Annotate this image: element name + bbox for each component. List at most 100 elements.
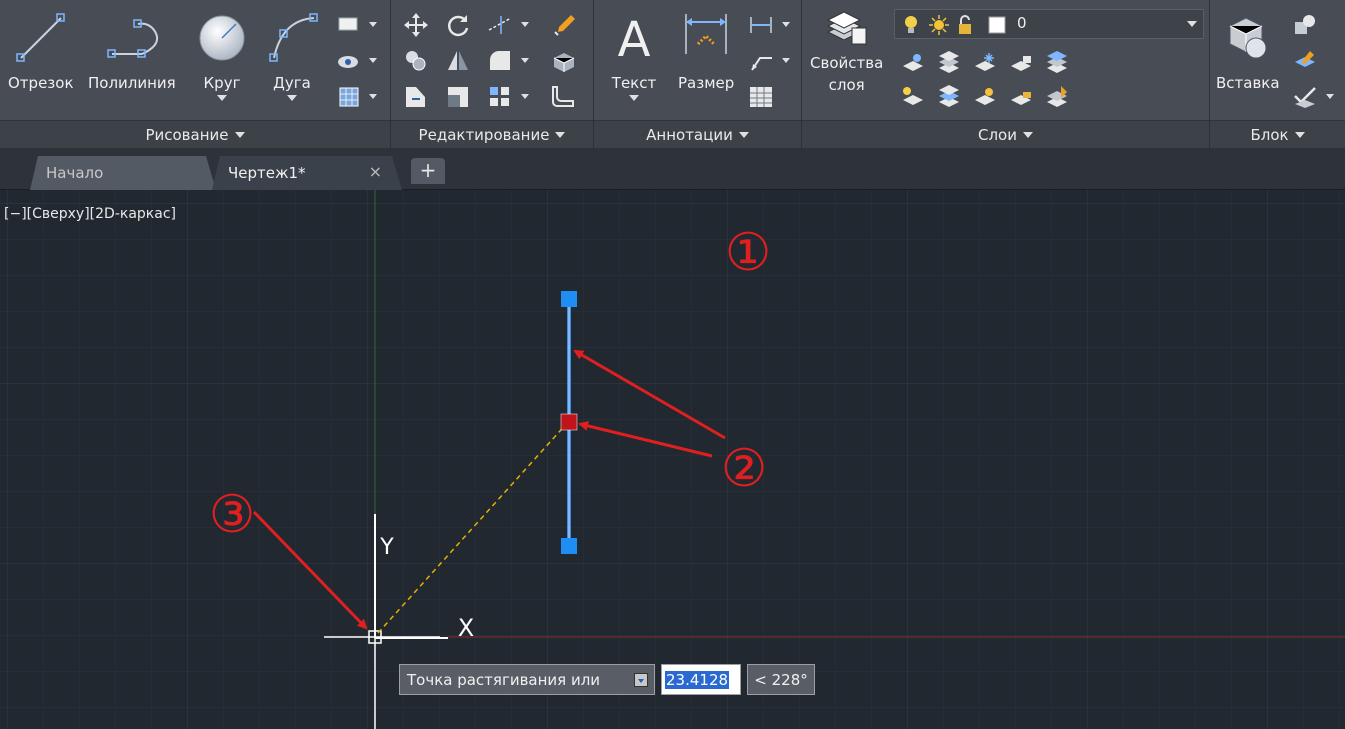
table-icon[interactable] (748, 84, 774, 110)
block-attributes-icon[interactable] (1292, 84, 1318, 110)
drawing-canvas[interactable]: Y X ① ② ③ [−][Сверху][2D-каркас] Точка р… (0, 190, 1345, 729)
current-layer-name: 0 (1017, 14, 1027, 32)
file-tab-bar: Начало Чертеж1* × (0, 148, 1345, 190)
gradient-dropdown-icon[interactable] (369, 94, 377, 99)
text-dropdown-icon[interactable] (629, 95, 639, 101)
layer-properties-label-line2: слоя (828, 76, 865, 94)
new-tab-button[interactable]: + (411, 158, 445, 184)
fillet-dropdown-icon[interactable] (521, 58, 529, 63)
layer-properties-icon (826, 11, 867, 45)
layer-unisolate-icon[interactable] (936, 84, 962, 110)
polyline-tool-button[interactable]: Полилиния (88, 8, 176, 92)
layer-thaw-icon[interactable] (972, 84, 998, 110)
linear-dim-dropdown-icon[interactable] (782, 22, 790, 27)
draw-panel-caret-icon (234, 131, 245, 138)
layers-panel-footer[interactable]: Слои (802, 120, 1209, 148)
gradient-icon[interactable] (336, 84, 362, 110)
stretch-icon[interactable] (403, 84, 429, 110)
arc-tool-button[interactable]: Дуга (264, 8, 320, 101)
circle-tool-label: Круг (203, 74, 241, 92)
move-icon[interactable] (403, 12, 429, 38)
modify-panel-footer[interactable]: Редактирование (391, 120, 593, 148)
polyline-icon (107, 19, 158, 58)
annotation-panel-title: Аннотации (646, 125, 733, 144)
distance-input[interactable]: 23.4128 (661, 664, 741, 695)
trim-icon[interactable] (487, 12, 513, 38)
tab-home-label: Начало (46, 164, 104, 182)
annotation-panel-footer[interactable]: Аннотации (594, 120, 801, 148)
fillet-icon[interactable] (487, 48, 513, 74)
layer-dropdown-caret-icon[interactable] (1187, 21, 1197, 27)
leader-dropdown-icon[interactable] (782, 58, 790, 63)
layer-off-icon[interactable] (900, 50, 926, 76)
layer-lock-icon[interactable] (1008, 50, 1034, 76)
layer-change-icon[interactable] (1044, 84, 1070, 110)
modify-panel-title: Редактирование (418, 125, 550, 144)
circle-tool-button[interactable]: Круг (194, 8, 250, 101)
block-panel-footer[interactable]: Блок (1210, 120, 1345, 148)
rotate-icon[interactable] (445, 12, 471, 38)
offset-icon[interactable] (551, 84, 577, 110)
angle-input[interactable]: < 228° (747, 664, 815, 695)
circle-icon (199, 15, 245, 61)
arc-icon (269, 13, 318, 62)
drawing-area[interactable]: Y X ① ② ③ (0, 190, 1345, 729)
polyline-tool-label: Полилиния (88, 74, 176, 92)
arc-tool-label: Дуга (273, 74, 311, 92)
erase-icon[interactable] (551, 12, 577, 38)
layers-panel: Свойства слоя 0 Слои (802, 0, 1210, 148)
3d-box-icon[interactable] (551, 48, 577, 74)
grip-bottom[interactable] (561, 538, 577, 554)
annotation-panel-caret-icon (738, 131, 749, 138)
layers-panel-caret-icon (1023, 131, 1033, 138)
layer-dropdown[interactable]: 0 (894, 9, 1204, 39)
rectangle-icon[interactable] (336, 12, 362, 38)
options-arrow-icon[interactable] (634, 673, 648, 687)
copy-icon[interactable] (403, 48, 429, 74)
scale-icon[interactable] (445, 84, 471, 110)
grip-midpoint-hot[interactable] (560, 413, 578, 431)
create-block-icon[interactable] (1292, 12, 1318, 38)
viewport-controls[interactable]: [−][Сверху][2D-каркас] (4, 206, 176, 222)
array-icon[interactable] (487, 84, 513, 110)
hatch-icon[interactable] (336, 48, 362, 74)
layer-isolate-icon[interactable] (936, 50, 962, 76)
text-tool-button[interactable]: A Текст (608, 8, 660, 101)
linear-dim-icon[interactable] (748, 12, 774, 38)
hatch-dropdown-icon[interactable] (369, 58, 377, 63)
draw-panel-footer[interactable]: Рисование (0, 120, 390, 148)
rectangle-dropdown-icon[interactable] (369, 22, 377, 27)
circle-dropdown-icon[interactable] (217, 95, 227, 101)
ucs-y-label: Y (379, 535, 394, 560)
layer-match-icon[interactable] (1044, 50, 1070, 76)
tab-drawing1[interactable]: Чертеж1* × (212, 156, 402, 190)
block-panel: Вставка Блок (1210, 0, 1345, 148)
line-tool-label: Отрезок (8, 74, 74, 92)
insert-block-icon (1229, 17, 1267, 59)
ucs-x-label: X (458, 614, 474, 642)
layer-properties-label: Свойства слоя (810, 52, 883, 96)
close-tab-icon[interactable]: × (369, 162, 382, 181)
insert-block-button[interactable]: Вставка (1216, 8, 1280, 92)
mirror-icon[interactable] (445, 48, 471, 74)
arc-dropdown-icon[interactable] (287, 95, 297, 101)
layer-unlock-icon[interactable] (1008, 84, 1034, 110)
block-attributes-dropdown-icon[interactable] (1326, 94, 1334, 99)
dimension-tool-button[interactable]: Размер (678, 8, 734, 92)
line-tool-button[interactable]: Отрезок (8, 8, 74, 92)
edit-block-icon[interactable] (1292, 48, 1318, 74)
trim-dropdown-icon[interactable] (521, 22, 529, 27)
leader-icon[interactable] (748, 48, 774, 74)
tab-home[interactable]: Начало (30, 156, 216, 190)
grip-top[interactable] (561, 291, 577, 307)
block-panel-title: Блок (1250, 125, 1289, 144)
distance-value: 23.4128 (665, 670, 730, 689)
dynamic-input-prompt-text: Точка растягивания или (407, 670, 601, 689)
array-dropdown-icon[interactable] (521, 94, 529, 99)
layer-freeze-icon[interactable] (972, 50, 998, 76)
dimension-tool-label: Размер (678, 74, 735, 92)
layer-properties-button[interactable]: Свойства слоя (810, 8, 883, 96)
layer-on-icon[interactable] (900, 84, 926, 110)
text-icon: A (618, 12, 651, 68)
draw-panel-title: Рисование (145, 125, 229, 144)
